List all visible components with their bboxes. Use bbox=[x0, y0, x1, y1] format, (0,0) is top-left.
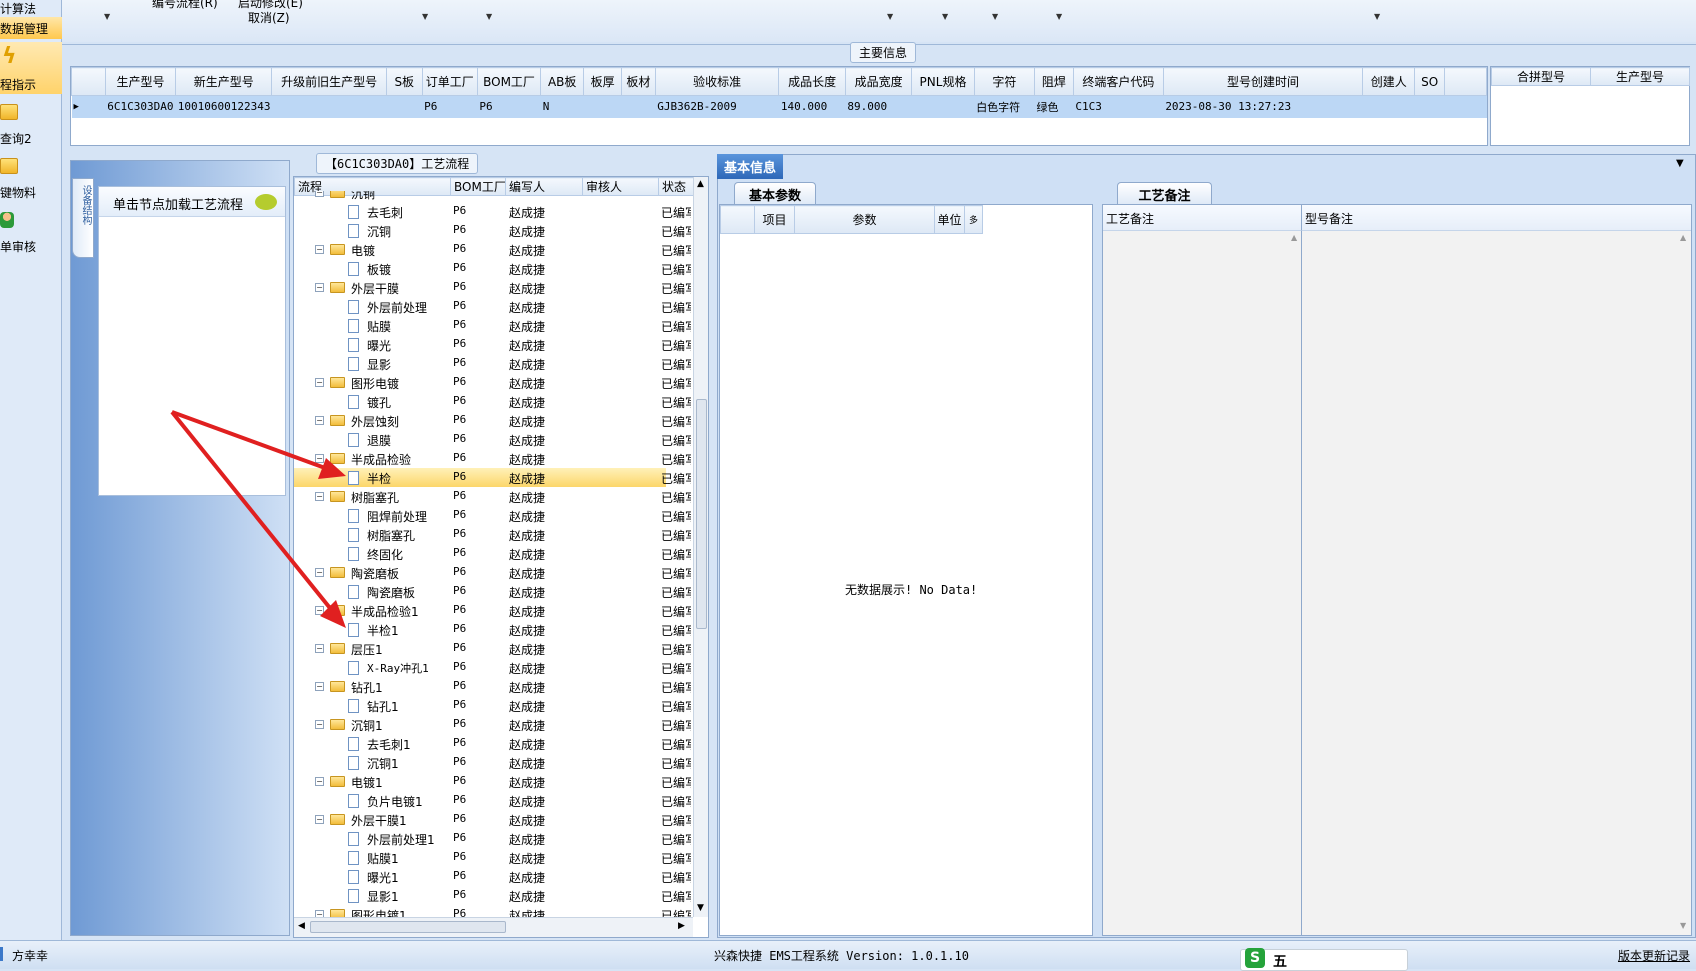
ime-mode-label[interactable]: 五 bbox=[1273, 951, 1287, 971]
sogou-icon[interactable]: S bbox=[1245, 948, 1265, 968]
status-bar: 方幸幸 兴森快捷 EMS工程系统 Version: 1.0.1.10 S 五 版… bbox=[0, 940, 1696, 971]
ime-toolbar[interactable]: S 五 bbox=[1240, 948, 1408, 971]
status-system: 兴森快捷 EMS工程系统 Version: 1.0.1.10 bbox=[714, 949, 969, 963]
annotation-arrows bbox=[170, 410, 346, 628]
arrowhead-icon bbox=[320, 600, 346, 628]
status-user: 方幸幸 bbox=[12, 949, 49, 963]
status-indicator bbox=[0, 947, 3, 961]
version-update-link[interactable]: 版本更新记录 bbox=[1618, 947, 1690, 964]
arrowhead-icon bbox=[318, 458, 346, 479]
